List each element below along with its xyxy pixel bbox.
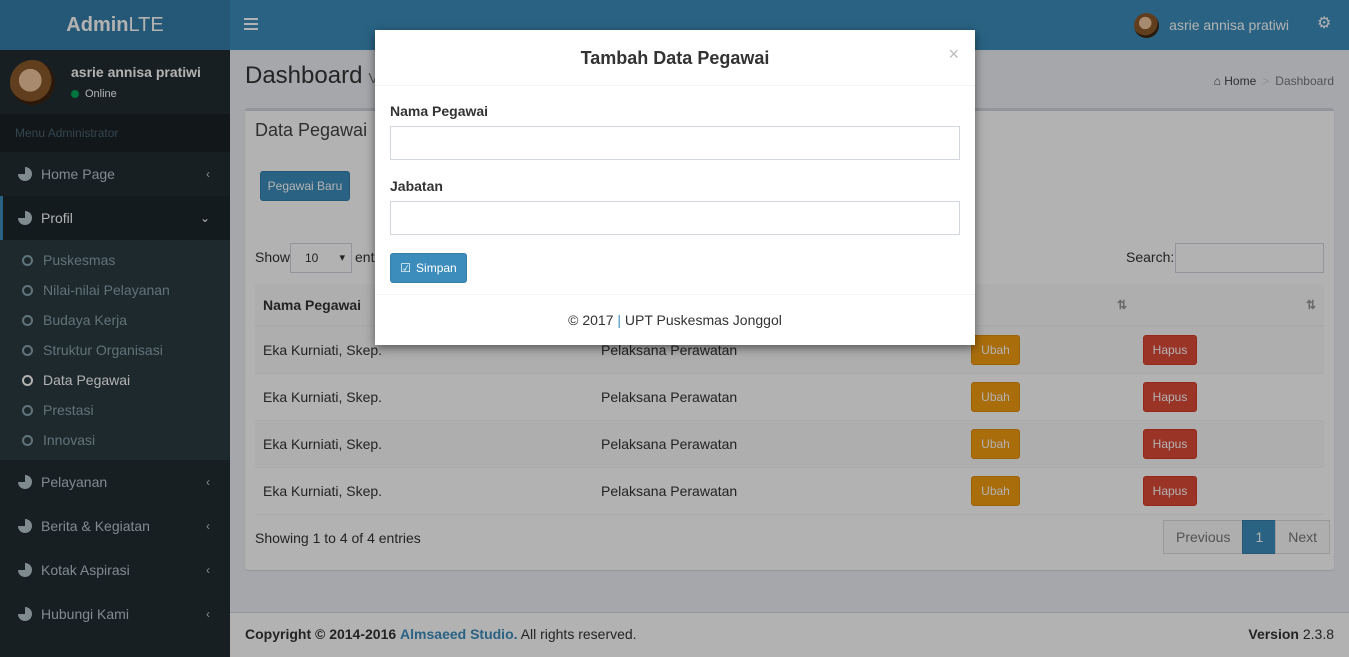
add-employee-modal: Tambah Data Pegawai × Nama Pegawai Jabat…: [375, 30, 975, 345]
close-icon[interactable]: ×: [948, 44, 959, 65]
modal-footer: © 2017 | UPT Puskesmas Jonggol: [375, 294, 975, 345]
jabatan-label: Jabatan: [390, 178, 443, 194]
save-button[interactable]: ☑ Simpan: [390, 253, 467, 283]
modal-body: Nama Pegawai Jabatan ☑ Simpan: [375, 86, 975, 283]
check-square-icon: ☑: [400, 261, 412, 275]
nama-pegawai-input[interactable]: [390, 126, 960, 160]
modal-title: Tambah Data Pegawai: [580, 48, 770, 68]
nama-pegawai-label: Nama Pegawai: [390, 103, 489, 119]
modal-header: Tambah Data Pegawai ×: [375, 30, 975, 86]
jabatan-input[interactable]: [390, 201, 960, 235]
